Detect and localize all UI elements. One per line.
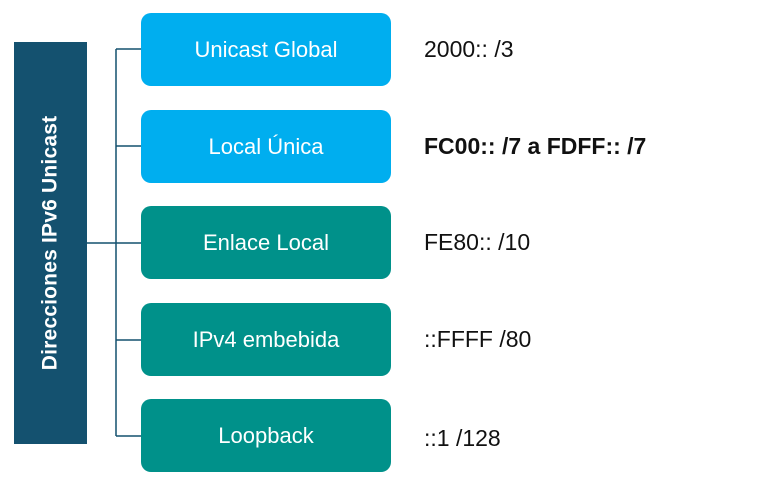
value-ipv4-embebida: ::FFFF /80 [424, 326, 532, 352]
node-local-unica: Local Única [141, 110, 391, 183]
node-label: Unicast Global [194, 36, 338, 62]
node-label: Local Única [208, 133, 324, 159]
node-ipv4-embebida: IPv4 embebida [141, 303, 391, 376]
node-loopback: Loopback [141, 399, 391, 472]
value-local-unica: FC00:: /7 a FDFF:: /7 [424, 133, 647, 159]
node-enlace-local: Enlace Local [141, 206, 391, 279]
node-label: Enlace Local [203, 229, 329, 255]
value-loopback: ::1 /128 [424, 425, 501, 451]
node-label: IPv4 embebida [192, 326, 340, 352]
value-enlace-local: FE80:: /10 [424, 229, 531, 255]
value-unicast-global: 2000:: /3 [424, 36, 514, 62]
node-unicast-global: Unicast Global [141, 13, 391, 86]
node-label: Loopback [218, 422, 314, 448]
